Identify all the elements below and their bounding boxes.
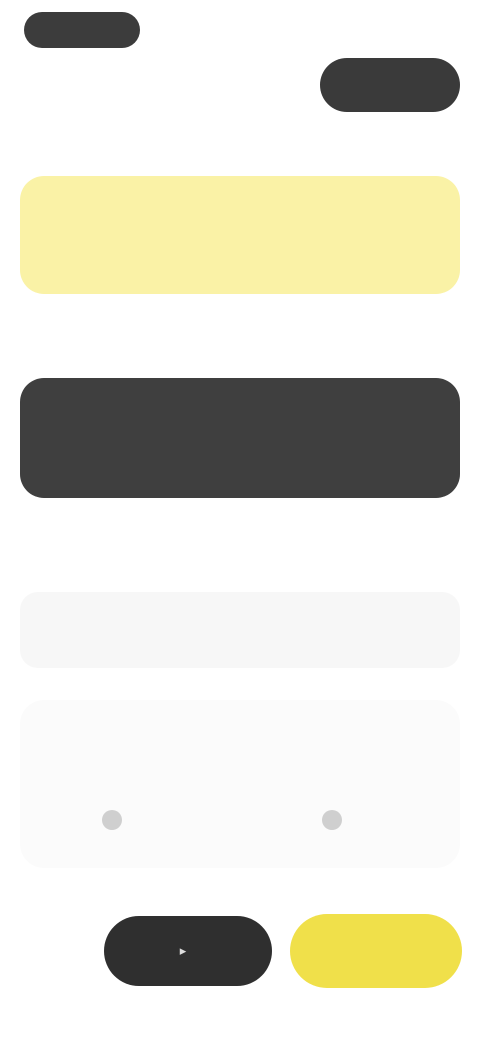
primary-button[interactable]: [290, 914, 462, 988]
header-action-button[interactable]: [320, 58, 460, 112]
top-right-indicator[interactable]: [402, 18, 440, 42]
option-b[interactable]: [322, 810, 354, 830]
screen: ▸: [0, 0, 480, 1040]
setting-row[interactable]: [20, 592, 460, 668]
option-a[interactable]: [102, 810, 134, 830]
options-box: [20, 700, 460, 868]
radio-dot-icon: [322, 810, 342, 830]
radio-dot-icon: [102, 810, 122, 830]
summary-card[interactable]: [20, 378, 460, 498]
secondary-button[interactable]: ▸: [104, 916, 272, 986]
play-icon: ▸: [179, 943, 187, 958]
status-pill: [24, 12, 140, 48]
highlight-card[interactable]: [20, 176, 460, 294]
